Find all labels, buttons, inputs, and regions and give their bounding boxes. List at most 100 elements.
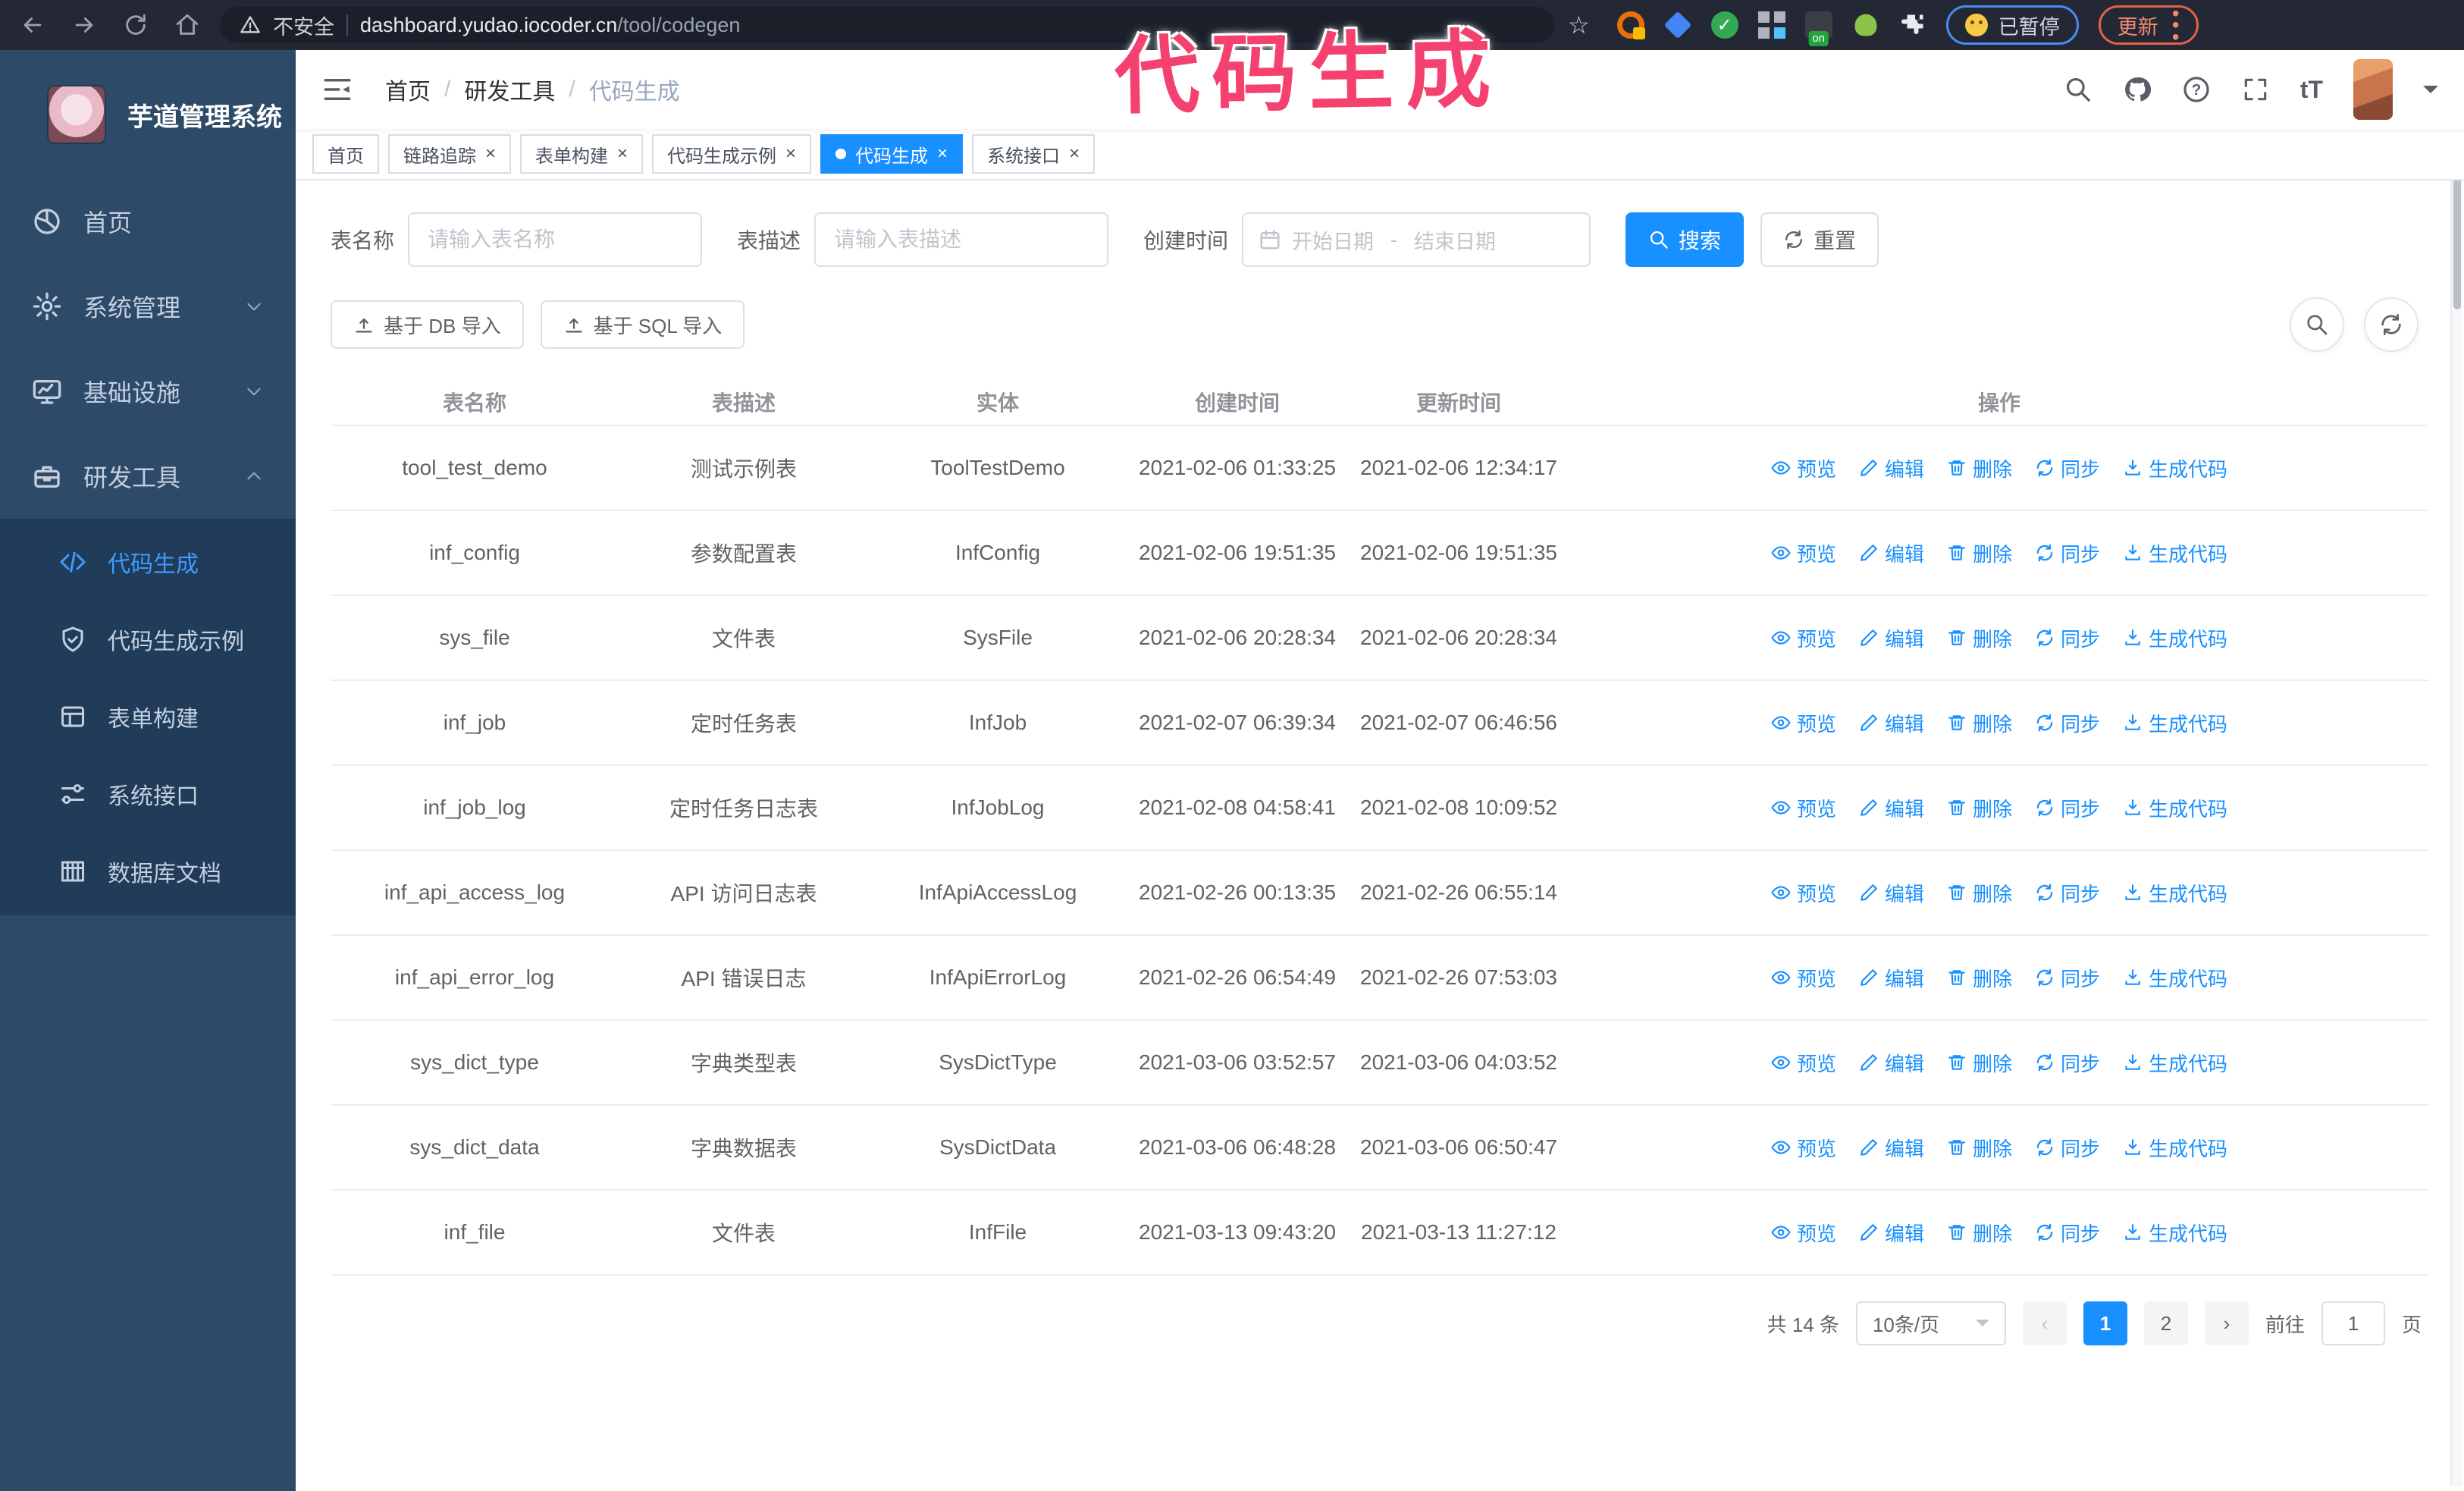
preview-link[interactable]: 预览: [1771, 709, 1836, 737]
page-size-select[interactable]: 10条/页: [1855, 1301, 2006, 1345]
sync-link[interactable]: 同步: [2035, 709, 2100, 737]
fullscreen-icon[interactable]: [2241, 75, 2270, 104]
search-icon[interactable]: [2064, 75, 2093, 104]
delete-link[interactable]: 删除: [1947, 1134, 2012, 1162]
delete-link[interactable]: 删除: [1947, 709, 2012, 737]
extension-on-icon[interactable]: [1804, 11, 1832, 39]
delete-link[interactable]: 删除: [1947, 454, 2012, 482]
url-bar[interactable]: 不安全 dashboard.yudao.iocoder.cn/tool/code…: [220, 7, 1554, 43]
app-logo-row[interactable]: 芋道管理系统: [0, 50, 296, 179]
tab[interactable]: 代码生成 ×: [820, 134, 964, 174]
page-button-2[interactable]: 2: [2143, 1301, 2188, 1345]
page-button-1[interactable]: 1: [2083, 1301, 2127, 1345]
forward-icon[interactable]: [71, 12, 97, 38]
extension-icon[interactable]: [1616, 11, 1645, 39]
extension-icon[interactable]: [1854, 14, 1877, 36]
font-size-icon[interactable]: tT: [2300, 76, 2323, 104]
preview-link[interactable]: 预览: [1771, 964, 1836, 992]
breadcrumb-item[interactable]: 首页: [385, 73, 431, 106]
generate-code-link[interactable]: 生成代码: [2123, 709, 2227, 737]
generate-code-link[interactable]: 生成代码: [2123, 794, 2227, 822]
preview-link[interactable]: 预览: [1771, 624, 1836, 652]
refresh-table-button[interactable]: [2364, 297, 2419, 352]
edit-link[interactable]: 编辑: [1859, 879, 1924, 907]
sync-link[interactable]: 同步: [2035, 1049, 2100, 1077]
not-secure-warning-icon[interactable]: [240, 14, 261, 36]
user-avatar[interactable]: [2353, 59, 2393, 120]
tab[interactable]: 链路追踪 ×: [388, 134, 512, 174]
delete-link[interactable]: 删除: [1947, 1219, 2012, 1247]
edit-link[interactable]: 编辑: [1859, 539, 1924, 567]
start-date-placeholder[interactable]: 开始日期: [1292, 225, 1374, 255]
sidebar-item-db-doc[interactable]: 数据库文档: [0, 833, 296, 910]
preview-link[interactable]: 预览: [1771, 539, 1836, 567]
end-date-placeholder[interactable]: 结束日期: [1414, 225, 1496, 255]
sidebar-collapse-icon[interactable]: [321, 74, 353, 105]
breadcrumb-item[interactable]: 研发工具: [464, 73, 555, 106]
sidebar-item-dev-tools[interactable]: 研发工具: [0, 434, 296, 519]
avatar-caret-icon[interactable]: [2423, 86, 2438, 101]
edit-link[interactable]: 编辑: [1859, 454, 1924, 482]
update-chrome-badge[interactable]: 更新 • • •: [2098, 2, 2199, 47]
preview-link[interactable]: 预览: [1771, 1049, 1836, 1077]
sidebar-item-form-builder[interactable]: 表单构建: [0, 678, 296, 755]
sync-link[interactable]: 同步: [2035, 539, 2100, 567]
close-icon[interactable]: ×: [485, 145, 496, 163]
menu-kebab-icon[interactable]: • • •: [2172, 2, 2180, 47]
sidebar-item-infrastructure[interactable]: 基础设施: [0, 349, 296, 434]
sidebar-item-system[interactable]: 系统管理: [0, 264, 296, 349]
tab[interactable]: 表单构建 ×: [520, 134, 644, 174]
next-page-button[interactable]: ›: [2204, 1301, 2249, 1345]
edit-link[interactable]: 编辑: [1859, 709, 1924, 737]
tab[interactable]: 系统接口 ×: [972, 134, 1096, 174]
reload-icon[interactable]: [123, 12, 149, 38]
delete-link[interactable]: 删除: [1947, 964, 2012, 992]
sync-link[interactable]: 同步: [2035, 879, 2100, 907]
generate-code-link[interactable]: 生成代码: [2123, 1049, 2227, 1077]
show-search-button[interactable]: [2290, 297, 2344, 352]
sync-link[interactable]: 同步: [2035, 1134, 2100, 1162]
sync-link[interactable]: 同步: [2035, 454, 2100, 482]
bookmark-star-icon[interactable]: ☆: [1568, 11, 1590, 39]
close-icon[interactable]: ×: [1069, 145, 1080, 163]
prev-page-button[interactable]: ‹: [2022, 1301, 2067, 1345]
goto-page-input[interactable]: [2321, 1301, 2385, 1345]
date-range-picker[interactable]: 开始日期 - 结束日期: [1242, 212, 1591, 267]
delete-link[interactable]: 删除: [1947, 624, 2012, 652]
sync-link[interactable]: 同步: [2035, 964, 2100, 992]
reset-button[interactable]: 重置: [1760, 212, 1879, 267]
help-icon[interactable]: ?: [2182, 75, 2211, 104]
edit-link[interactable]: 编辑: [1859, 964, 1924, 992]
tab[interactable]: 首页 ×: [312, 134, 379, 174]
edit-link[interactable]: 编辑: [1859, 1134, 1924, 1162]
table-name-input[interactable]: [408, 212, 703, 267]
search-button[interactable]: 搜索: [1625, 212, 1745, 267]
tab[interactable]: 代码生成示例 ×: [652, 134, 812, 174]
generate-code-link[interactable]: 生成代码: [2123, 964, 2227, 992]
edit-link[interactable]: 编辑: [1859, 1219, 1924, 1247]
sync-link[interactable]: 同步: [2035, 794, 2100, 822]
edit-link[interactable]: 编辑: [1859, 624, 1924, 652]
sync-link[interactable]: 同步: [2035, 624, 2100, 652]
home-icon[interactable]: [174, 12, 200, 38]
close-icon[interactable]: ×: [617, 145, 628, 163]
delete-link[interactable]: 删除: [1947, 794, 2012, 822]
generate-code-link[interactable]: 生成代码: [2123, 879, 2227, 907]
close-icon[interactable]: ×: [937, 145, 948, 163]
scrollbar[interactable]: [2450, 53, 2462, 1486]
generate-code-link[interactable]: 生成代码: [2123, 1134, 2227, 1162]
delete-link[interactable]: 删除: [1947, 879, 2012, 907]
generate-code-link[interactable]: 生成代码: [2123, 454, 2227, 482]
delete-link[interactable]: 删除: [1947, 1049, 2012, 1077]
preview-link[interactable]: 预览: [1771, 794, 1836, 822]
preview-link[interactable]: 预览: [1771, 879, 1836, 907]
edit-link[interactable]: 编辑: [1859, 1049, 1924, 1077]
sidebar-item-codegen-demo[interactable]: 代码生成示例: [0, 601, 296, 678]
github-icon[interactable]: [2123, 75, 2152, 104]
generate-code-link[interactable]: 生成代码: [2123, 624, 2227, 652]
extension-grid-icon[interactable]: [1757, 11, 1785, 39]
back-icon[interactable]: [20, 12, 45, 38]
import-db-button[interactable]: 基于 DB 导入: [331, 300, 524, 349]
preview-link[interactable]: 预览: [1771, 454, 1836, 482]
extension-icon[interactable]: [1663, 11, 1692, 39]
